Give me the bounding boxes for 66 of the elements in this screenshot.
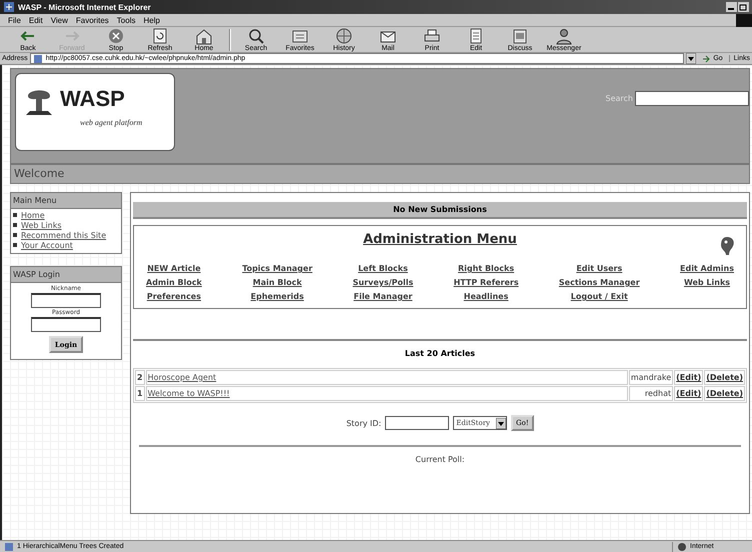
section-title: Last 20 Articles [404, 348, 476, 360]
admin-link[interactable]: Edit Users [576, 262, 622, 276]
admin-link[interactable]: Sections Manager [558, 276, 640, 290]
welcome-bar: Welcome [10, 164, 750, 184]
menu-item[interactable]: Edit [28, 16, 43, 24]
admin-link[interactable]: Topics Manager [242, 262, 312, 276]
globe-icon [334, 27, 354, 45]
menu-item[interactable]: View [50, 16, 68, 24]
page-icon [4, 542, 14, 552]
poll-title: Current Poll: [414, 454, 466, 464]
window-title: WASP - Microsoft Internet Explorer [18, 2, 152, 12]
search-field[interactable] [635, 91, 749, 106]
story-id-field[interactable] [385, 416, 450, 430]
password-field[interactable] [31, 317, 101, 332]
admin-link[interactable]: HTTP Referers [454, 276, 519, 290]
bullet-icon [13, 213, 17, 217]
dropdown-arrow-icon [686, 53, 696, 64]
menu-link[interactable]: Web Links [21, 221, 62, 230]
stop-icon [106, 27, 126, 45]
logo-title: WASP [60, 86, 126, 112]
story-id-label: Story ID: [346, 418, 382, 428]
bullet-icon [13, 223, 17, 227]
bullet-icon [13, 233, 17, 237]
dropdown-arrow-icon [496, 418, 506, 428]
page-icon [32, 54, 43, 64]
article-link[interactable]: Horoscope Agent [148, 373, 216, 382]
home-icon [194, 27, 214, 45]
admin-link[interactable]: Admin Block [146, 276, 202, 290]
table-cell: 1 [135, 386, 145, 401]
menu-link[interactable]: Your Account [21, 241, 73, 250]
admin-link[interactable]: Left Blocks [358, 262, 408, 276]
admin-link[interactable]: Preferences [146, 290, 201, 304]
table-cell: 2 [135, 370, 145, 385]
restore-icon [738, 2, 749, 12]
menu-item[interactable]: File [8, 16, 21, 24]
admin-link[interactable]: NEW Article [147, 262, 201, 276]
admin-menu-title[interactable]: Administration Menu [363, 232, 517, 262]
bullet-icon [13, 243, 17, 247]
block-title: Main Menu [11, 193, 121, 209]
admin-link[interactable]: Surveys/Polls [352, 276, 414, 290]
person-icon [554, 27, 574, 45]
browser-icon [3, 1, 15, 13]
admin-link[interactable]: Logout / Exit [570, 290, 628, 304]
search-label: Search [606, 94, 633, 103]
block-title: WASP Login [11, 267, 121, 283]
menu-link[interactable]: Home [21, 211, 45, 220]
menu-link[interactable]: Recommend this Site [21, 231, 106, 240]
table-cell: redhat [628, 386, 674, 401]
admin-link[interactable]: File Manager [354, 290, 412, 304]
nickname-field[interactable] [31, 293, 101, 308]
admin-link[interactable]: Edit Admins [680, 262, 734, 276]
menu-item[interactable]: Tools [116, 16, 136, 24]
minimize-icon [726, 2, 737, 12]
menu-item[interactable]: Help [143, 16, 160, 24]
admin-link[interactable]: Right Blocks [458, 262, 514, 276]
admin-link[interactable]: Main Block [252, 276, 302, 290]
go-arrow-icon [702, 54, 712, 62]
menu-item[interactable]: Favorites [76, 16, 109, 24]
globe-icon [677, 542, 687, 552]
submissions-bar: No New Submissions [133, 202, 747, 219]
admin-link[interactable]: Headlines [464, 290, 508, 304]
logo-subtitle: web agent platform [80, 118, 142, 127]
article-link[interactable]: Welcome to WASP!!! [148, 389, 230, 398]
admin-link[interactable]: Ephemerids [250, 290, 304, 304]
table-cell: mandrake [628, 370, 674, 385]
admin-link[interactable]: Web Links [684, 276, 730, 290]
